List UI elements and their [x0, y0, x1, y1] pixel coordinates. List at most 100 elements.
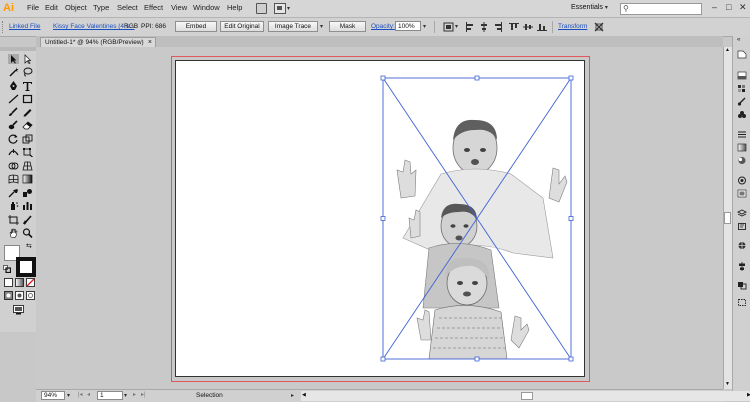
rectangle-tool-icon[interactable]: [22, 94, 33, 104]
align-vertical-center-icon[interactable]: [523, 22, 533, 32]
align-horizontal-center-icon[interactable]: [479, 22, 489, 32]
navigator-panel-icon[interactable]: [737, 241, 747, 250]
minimize-button[interactable]: –: [712, 2, 717, 12]
blob-brush-tool-icon[interactable]: [8, 120, 19, 130]
opacity-input[interactable]: 100%: [395, 21, 421, 31]
file-name-link[interactable]: Kissy Face Valentines (4 s...: [53, 23, 135, 30]
pencil-tool-icon[interactable]: [22, 107, 33, 117]
workspace-switcher[interactable]: Essentials ▾: [571, 4, 608, 11]
direct-selection-tool-icon[interactable]: [22, 54, 33, 64]
menu-window[interactable]: Window: [193, 3, 220, 12]
last-artboard-icon[interactable]: ▸|: [141, 391, 146, 398]
transparency-panel-icon[interactable]: [737, 156, 747, 165]
transform-link[interactable]: Transform: [558, 23, 587, 30]
selection-tool-icon[interactable]: [8, 54, 19, 64]
menu-object[interactable]: Object: [65, 3, 87, 12]
opacity-dropdown-icon[interactable]: ▾: [423, 23, 426, 30]
close-button[interactable]: ✕: [739, 2, 747, 13]
expand-panels-icon[interactable]: «: [737, 37, 740, 43]
none-mode-icon[interactable]: [26, 278, 35, 287]
zoom-dropdown-icon[interactable]: ▾: [67, 392, 70, 399]
align-panel-icon[interactable]: [737, 262, 747, 271]
scale-tool-icon[interactable]: [22, 134, 33, 144]
first-artboard-icon[interactable]: |◂: [78, 391, 83, 398]
horizontal-scrollbar[interactable]: ◀ ▶: [301, 391, 750, 401]
column-graph-tool-icon[interactable]: [22, 201, 33, 211]
lasso-tool-icon[interactable]: [22, 67, 33, 77]
align-top-icon[interactable]: [509, 22, 519, 32]
bridge-icon[interactable]: [256, 3, 267, 14]
pen-tool-icon[interactable]: [8, 81, 19, 91]
screen-mode-icon[interactable]: [13, 305, 24, 315]
linked-file-link[interactable]: Linked File: [9, 23, 40, 30]
appearance-panel-icon[interactable]: [737, 176, 747, 185]
symbol-sprayer-tool-icon[interactable]: [8, 201, 19, 211]
color-mode-icon[interactable]: [4, 278, 13, 287]
swap-fill-stroke-icon[interactable]: ⇆: [26, 242, 32, 250]
embed-button[interactable]: Embed: [175, 21, 217, 32]
edit-original-button[interactable]: Edit Original: [220, 21, 264, 32]
free-transform-tool-icon[interactable]: [22, 147, 33, 157]
gradient-panel-icon[interactable]: [737, 143, 747, 152]
tools-panel-header[interactable]: [0, 47, 36, 51]
selection-bounding-box[interactable]: [380, 75, 574, 362]
artboards-panel-icon[interactable]: [737, 222, 747, 231]
symbols-panel-icon[interactable]: [737, 110, 747, 119]
horizontal-scroll-thumb[interactable]: [521, 392, 533, 400]
blend-tool-icon[interactable]: [22, 188, 33, 198]
type-tool-icon[interactable]: [22, 81, 33, 91]
gradient-tool-icon[interactable]: [22, 174, 33, 184]
next-artboard-icon[interactable]: ▸: [133, 391, 136, 398]
scroll-up-icon[interactable]: ▲: [725, 47, 730, 53]
maximize-button[interactable]: □: [726, 2, 731, 12]
draw-behind-icon[interactable]: [15, 291, 24, 300]
eyedropper-tool-icon[interactable]: [8, 188, 19, 198]
gradient-mode-icon[interactable]: [15, 278, 24, 287]
grip-handle[interactable]: [2, 21, 6, 33]
shape-builder-tool-icon[interactable]: [8, 161, 19, 171]
graphic-styles-panel-icon[interactable]: [737, 189, 747, 198]
draw-normal-icon[interactable]: [4, 291, 13, 300]
default-fill-stroke-icon[interactable]: [3, 265, 11, 273]
scroll-down-icon[interactable]: ▼: [725, 381, 730, 387]
menu-view[interactable]: View: [171, 3, 187, 12]
menu-edit[interactable]: Edit: [45, 3, 58, 12]
magic-wand-tool-icon[interactable]: [8, 67, 19, 77]
perspective-grid-tool-icon[interactable]: [22, 161, 33, 171]
color-panel-icon[interactable]: [737, 50, 747, 59]
vertical-scrollbar[interactable]: ▲ ▼: [723, 47, 732, 389]
align-bottom-icon[interactable]: [537, 22, 547, 32]
draw-inside-icon[interactable]: [26, 291, 35, 300]
brushes-panel-icon[interactable]: [737, 97, 747, 106]
menu-file[interactable]: File: [27, 3, 39, 12]
zoom-input[interactable]: 94%: [41, 391, 65, 400]
artboard-number-input[interactable]: 1: [97, 391, 123, 400]
vertical-scroll-thumb[interactable]: [724, 212, 731, 224]
image-trace-button[interactable]: Image Trace: [268, 21, 318, 32]
menu-select[interactable]: Select: [117, 3, 138, 12]
color-guide-icon[interactable]: [737, 71, 747, 80]
line-segment-tool-icon[interactable]: [8, 94, 19, 104]
align-to-icon[interactable]: [443, 22, 455, 32]
stroke-panel-icon[interactable]: [737, 130, 747, 139]
artboard-tool-icon[interactable]: [8, 215, 19, 225]
transform-panel-icon[interactable]: [737, 298, 747, 307]
swatches-panel-icon[interactable]: [737, 84, 747, 93]
scroll-left-icon[interactable]: ◀: [302, 392, 306, 398]
eraser-tool-icon[interactable]: [22, 120, 33, 130]
slice-tool-icon[interactable]: [22, 215, 33, 225]
align-right-icon[interactable]: [493, 22, 503, 32]
zoom-tool-icon[interactable]: [22, 228, 33, 238]
arrange-dropdown-icon[interactable]: ▾: [287, 5, 290, 12]
align-left-icon[interactable]: [465, 22, 475, 32]
paintbrush-tool-icon[interactable]: [8, 107, 19, 117]
document-tab[interactable]: Untitled-1* @ 94% (RGB/Preview) ×: [40, 37, 156, 47]
previous-artboard-icon[interactable]: ◂: [87, 391, 90, 398]
pathfinder-panel-icon[interactable]: [737, 281, 747, 290]
stroke-swatch[interactable]: [16, 257, 36, 277]
arrange-documents-icon[interactable]: [274, 3, 286, 14]
hand-tool-icon[interactable]: [8, 228, 19, 238]
opacity-link[interactable]: Opacity:: [371, 23, 395, 30]
menu-type[interactable]: Type: [93, 3, 109, 12]
rotate-tool-icon[interactable]: [8, 134, 19, 144]
